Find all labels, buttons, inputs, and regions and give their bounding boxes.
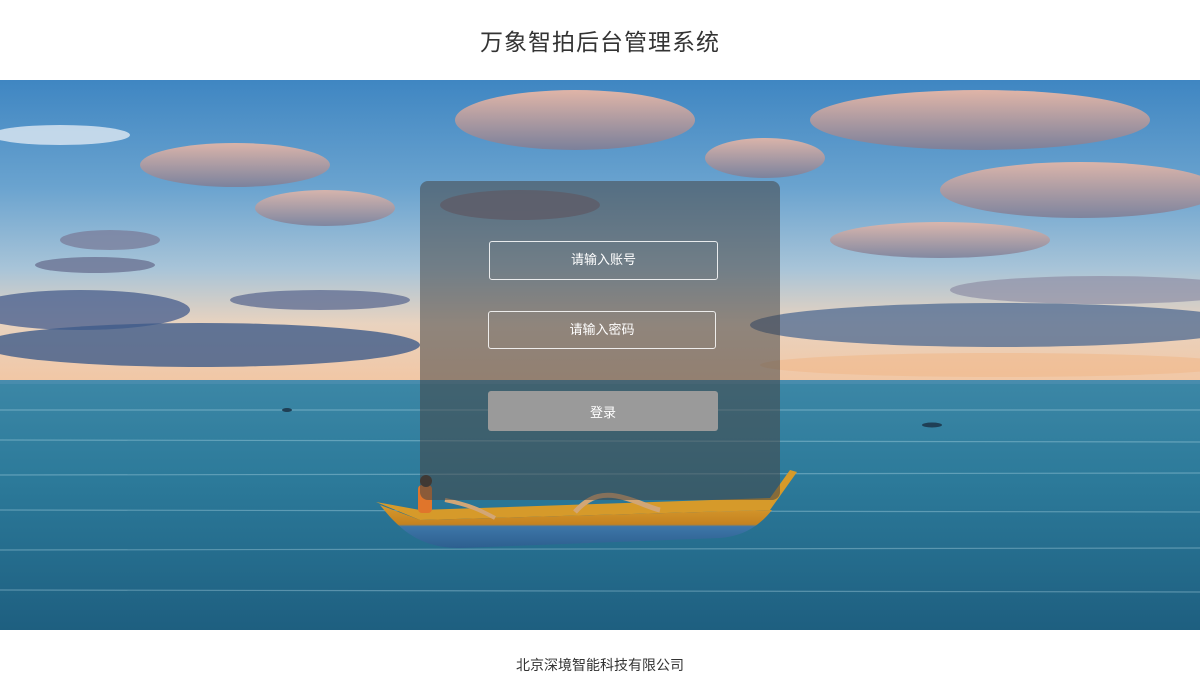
app-title: 万象智拍后台管理系统 [480, 30, 720, 56]
hero-background: 登录 [0, 80, 1200, 630]
account-input[interactable] [489, 241, 718, 280]
login-button[interactable]: 登录 [488, 391, 718, 431]
header: 万象智拍后台管理系统 [0, 0, 1200, 80]
footer: 北京深境智能科技有限公司 [0, 630, 1200, 700]
login-panel: 登录 [420, 181, 780, 500]
password-input[interactable] [488, 311, 716, 349]
company-name: 北京深境智能科技有限公司 [516, 658, 684, 674]
